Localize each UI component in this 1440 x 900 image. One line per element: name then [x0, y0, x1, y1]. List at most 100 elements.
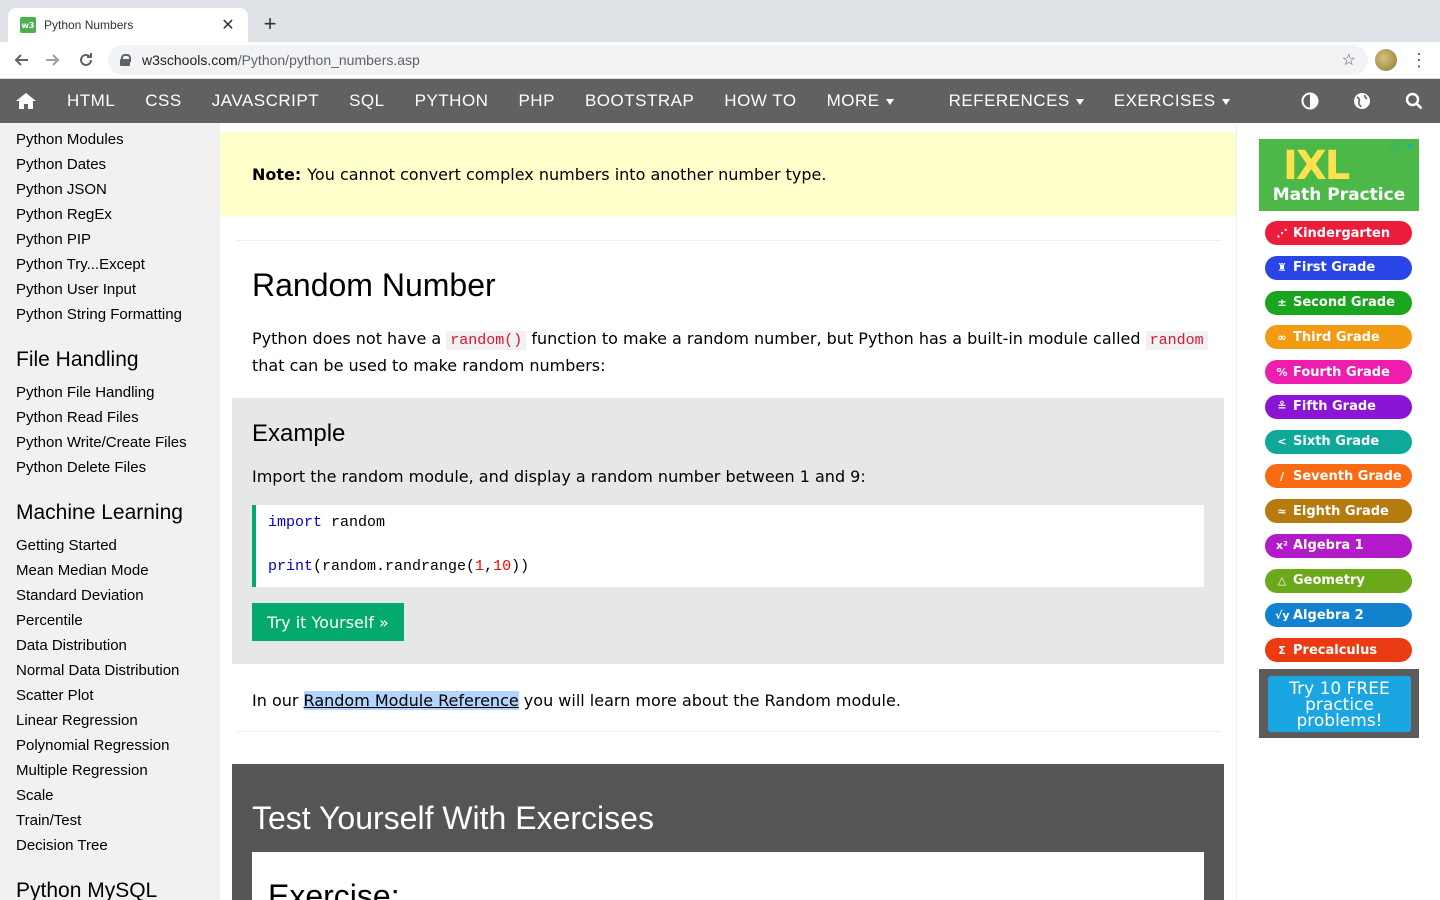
profile-avatar[interactable] [1375, 49, 1397, 71]
sidebar-link-ml[interactable]: Data Distribution [16, 637, 127, 654]
nav-references-label: REFERENCES [948, 91, 1070, 110]
grade-button[interactable]: ≗ Fifth Grade [1265, 394, 1412, 419]
right-ad-column: IXL Math Practice ⓘ ✕ ⋰ Kindergarten ♜ Firs… [1236, 123, 1440, 900]
grade-button[interactable]: % Fourth Grade [1265, 360, 1412, 384]
code-line-2: print(random.randrange(1,10)) [268, 558, 529, 575]
nav-html[interactable]: HTML [52, 79, 130, 123]
caret-down-icon [1221, 98, 1230, 105]
lock-icon[interactable] [120, 54, 131, 66]
sidebar-link-python-pip[interactable]: Python PIP [16, 231, 91, 248]
home-icon[interactable] [0, 79, 52, 123]
grade-button[interactable]: √y Algebra 2 [1265, 603, 1412, 628]
nav-references[interactable]: REFERENCES [934, 79, 1099, 123]
ixl-ad-banner[interactable]: IXL Math Practice ⓘ ✕ [1259, 139, 1419, 211]
ad-close-icon[interactable]: ✕ [1404, 141, 1416, 153]
sidebar-link-ml[interactable]: Mean Median Mode [16, 562, 149, 579]
code-text: )) [511, 558, 530, 575]
address-toolbar: w3schools.com/Python/python_numbers.asp … [0, 42, 1440, 79]
new-tab-icon[interactable]: + [258, 12, 282, 36]
sidebar-link-ml[interactable]: Decision Tree [16, 837, 108, 854]
exercise-panel: Test Yourself With Exercises Exercise: [232, 764, 1224, 900]
grade-icon: ∞ [1277, 330, 1287, 344]
sidebar-link-ml[interactable]: Multiple Regression [16, 762, 148, 779]
note-label: Note: [252, 164, 302, 184]
sidebar-link-ml[interactable]: Scatter Plot [16, 687, 94, 704]
grade-button[interactable]: x² Algebra 1 [1265, 533, 1412, 558]
browser-tab[interactable]: w3 Python Numbers ✕ [8, 8, 248, 42]
ad-title: Math Practice [1272, 185, 1406, 205]
sidebar-link-delete-files[interactable]: Python Delete Files [16, 459, 146, 476]
sidebar-link-python-regex[interactable]: Python RegEx [16, 206, 112, 223]
nav-php[interactable]: PHP [503, 79, 569, 123]
sidebar-link-read-files[interactable]: Python Read Files [16, 409, 139, 426]
sidebar-link-ml[interactable]: Standard Deviation [16, 587, 144, 604]
contrast-toggle-icon[interactable] [1288, 79, 1332, 123]
nav-exercises[interactable]: EXERCISES [1099, 79, 1245, 123]
nav-javascript[interactable]: JAVASCRIPT [197, 79, 334, 123]
caret-down-icon [885, 98, 894, 105]
grade-icon: ± [1277, 296, 1287, 309]
code-line-1: import random [268, 514, 385, 531]
search-icon[interactable] [1392, 79, 1436, 123]
back-arrow-icon[interactable] [10, 49, 32, 71]
sidebar-link-ml[interactable]: Linear Regression [16, 712, 138, 729]
nav-css[interactable]: CSS [130, 79, 196, 123]
forward-arrow-icon[interactable] [42, 49, 64, 71]
caret-down-icon [1075, 98, 1084, 105]
globe-icon[interactable] [1340, 79, 1384, 123]
sidebar-link-ml[interactable]: Scale [16, 787, 54, 804]
text: In our [252, 691, 304, 710]
text: function to make a random number, but Py… [526, 329, 1146, 348]
grade-label: Precalculus [1293, 642, 1378, 658]
code-text: random [322, 514, 386, 531]
grade-button[interactable]: ♜ First Grade [1265, 255, 1412, 280]
sidebar-link-write-create-files[interactable]: Python Write/Create Files [16, 434, 187, 451]
address-bar[interactable]: w3schools.com/Python/python_numbers.asp … [108, 45, 1368, 75]
nav-howto[interactable]: HOW TO [709, 79, 811, 123]
sidebar-link-python-string-formatting[interactable]: Python String Formatting [16, 306, 182, 323]
sidebar-link-python-user-input[interactable]: Python User Input [16, 281, 136, 298]
grade-icon: x² [1276, 539, 1288, 553]
grade-button[interactable]: Σ Precalculus [1265, 638, 1412, 662]
free-practice-button[interactable]: Try 10 FREE practice problems! [1268, 676, 1411, 732]
grade-button[interactable]: ≈ Eighth Grade [1265, 499, 1412, 523]
random-module-reference-link[interactable]: Random Module Reference [303, 691, 519, 710]
example-title: Example [252, 420, 346, 447]
close-tab-icon[interactable]: ✕ [220, 15, 236, 35]
nav-more[interactable]: MORE [812, 79, 909, 123]
inline-code: random [1145, 331, 1208, 350]
sidebar-heading-file-handling: File Handling [16, 348, 139, 371]
nav-python[interactable]: PYTHON [400, 79, 504, 123]
grade-label: Eighth Grade [1293, 503, 1389, 519]
reload-icon[interactable] [75, 49, 97, 71]
sidebar-link-python-json[interactable]: Python JSON [16, 181, 107, 198]
sidebar-link-python-modules[interactable]: Python Modules [16, 131, 124, 148]
code-keyword: import [268, 514, 323, 531]
grade-button[interactable]: < Sixth Grade [1265, 429, 1412, 454]
grade-button[interactable]: ± Second Grade [1265, 290, 1412, 315]
sidebar-link-file-handling[interactable]: Python File Handling [16, 384, 154, 401]
bookmark-star-icon[interactable]: ☆ [1342, 50, 1356, 70]
grade-icon: △ [1277, 574, 1287, 587]
nav-sql[interactable]: SQL [334, 79, 400, 123]
sidebar-link-ml[interactable]: Normal Data Distribution [16, 662, 179, 679]
browser-menu-icon[interactable]: ⋮ [1410, 49, 1428, 71]
sidebar-link-ml[interactable]: Train/Test [16, 812, 81, 829]
grade-button[interactable]: ⋰ Kindergarten [1265, 221, 1412, 245]
grade-button[interactable]: ∕ Seventh Grade [1265, 464, 1412, 489]
try-it-yourself-button[interactable]: Try it Yourself » [252, 603, 404, 641]
sidebar-link-ml[interactable]: Polynomial Regression [16, 737, 169, 754]
code-number: 1 [475, 558, 485, 575]
grade-button[interactable]: △ Geometry [1265, 568, 1412, 593]
grade-button[interactable]: ∞ Third Grade [1265, 325, 1412, 350]
w3schools-favicon-icon: w3 [20, 17, 36, 33]
ad-info-icon[interactable]: ⓘ [1389, 141, 1401, 153]
sidebar-link-python-try-except[interactable]: Python Try...Except [16, 256, 145, 273]
sidebar-link-ml[interactable]: Getting Started [16, 537, 117, 554]
divider [236, 731, 1221, 732]
sidebar-link-ml[interactable]: Percentile [16, 612, 83, 629]
grade-label: Fourth Grade [1293, 364, 1390, 380]
random-number-heading: Random Number [252, 267, 496, 303]
sidebar-link-python-dates[interactable]: Python Dates [16, 156, 106, 173]
nav-bootstrap[interactable]: BOOTSTRAP [570, 79, 709, 123]
